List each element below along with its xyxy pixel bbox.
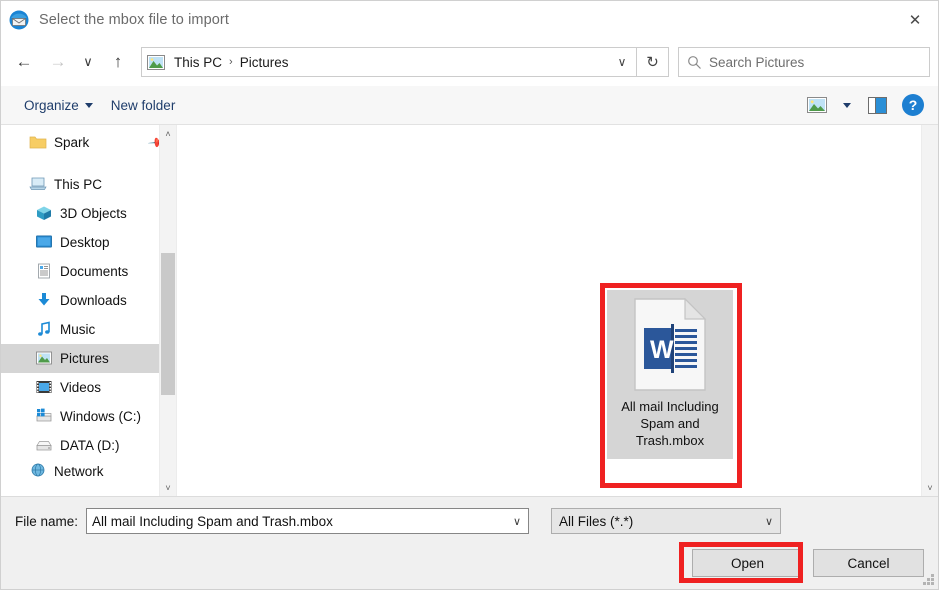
- preview-pane-icon[interactable]: [860, 90, 894, 120]
- open-button[interactable]: Open: [692, 549, 803, 577]
- sidebar-item-data-d[interactable]: DATA (D:): [1, 431, 176, 460]
- file-name-row: File name: All mail Including Spam and T…: [15, 497, 924, 534]
- sidebar-item-label: Documents: [60, 264, 129, 279]
- refresh-button[interactable]: ↻: [637, 47, 669, 77]
- sidebar-item-label: This PC: [54, 177, 103, 192]
- title-bar: Select the mbox file to import ✕: [1, 1, 938, 38]
- resize-grip[interactable]: [922, 573, 935, 586]
- windows-drive-icon: [35, 408, 53, 426]
- sidebar-item-label: Videos: [60, 380, 102, 395]
- file-name-chevron-down-icon[interactable]: ∨: [506, 515, 528, 528]
- documents-icon: [35, 263, 53, 281]
- scroll-down-icon[interactable]: ˅: [160, 479, 176, 496]
- search-box[interactable]: Search Pictures: [678, 47, 930, 77]
- file-name-label: File name:: [15, 513, 79, 529]
- sidebar-item-label: Windows (C:): [60, 409, 142, 424]
- sidebar-item-videos[interactable]: Videos: [1, 373, 176, 402]
- file-open-dialog: Select the mbox file to import ✕ ← → ∨ ↑…: [0, 0, 939, 590]
- sidebar-item-label: Music: [60, 322, 96, 337]
- word-document-icon: W: [633, 297, 707, 391]
- toolbar-right-group: ?: [800, 90, 930, 120]
- command-toolbar: Organize New folder ?: [1, 86, 938, 125]
- downloads-icon: [35, 292, 53, 310]
- breadcrumb-pictures[interactable]: Pictures: [235, 52, 294, 73]
- back-button[interactable]: ←: [7, 45, 41, 79]
- file-list-pane[interactable]: W All mail Including Spam and Trash.mbox…: [176, 125, 938, 496]
- file-type-chevron-down-icon[interactable]: ∨: [758, 515, 780, 528]
- sidebar-item-pictures[interactable]: Pictures: [1, 344, 176, 373]
- breadcrumb-separator[interactable]: ›: [227, 56, 235, 68]
- address-bar[interactable]: This PC › Pictures ∨: [141, 47, 637, 77]
- sidebar-item-label: DATA (D:): [60, 438, 120, 453]
- this-pc-icon: [29, 176, 47, 194]
- file-item-label: All mail Including Spam and Trash.mbox: [621, 399, 719, 448]
- forward-button: →: [49, 52, 67, 71]
- preview-pane-glyph: [867, 96, 887, 114]
- navigation-pane: Spark 📌 This PC: [1, 125, 176, 496]
- sidebar-item-label: Spark: [54, 135, 90, 150]
- videos-icon: [35, 379, 53, 397]
- sidebar-item-label: 3D Objects: [60, 206, 127, 221]
- window-title: Select the mbox file to import: [39, 11, 229, 28]
- sidebar-item-label: Downloads: [60, 293, 127, 308]
- sidebar-item-this-pc[interactable]: This PC: [1, 170, 176, 199]
- chevron-down-icon: [84, 102, 93, 108]
- sidebar-scroll-track[interactable]: [160, 142, 176, 479]
- close-icon[interactable]: ✕: [892, 1, 938, 38]
- sidebar-item-spark[interactable]: Spark 📌: [1, 128, 176, 157]
- pictures-folder-icon: [147, 54, 165, 70]
- address-chevron-down-icon[interactable]: ∨: [610, 49, 634, 75]
- new-folder-label: New folder: [110, 97, 176, 113]
- dialog-footer: File name: All mail Including Spam and T…: [1, 496, 938, 589]
- pictures-icon: [35, 350, 53, 368]
- file-type-filter-value: All Files (*.*): [559, 513, 634, 529]
- view-layout-icon[interactable]: [800, 90, 834, 120]
- search-input[interactable]: Search Pictures: [709, 55, 804, 70]
- scroll-down-icon[interactable]: ˅: [922, 479, 938, 496]
- up-button[interactable]: ↑: [101, 45, 135, 79]
- help-button[interactable]: ?: [896, 90, 930, 120]
- sidebar-item-3d-objects[interactable]: 3D Objects: [1, 199, 176, 228]
- file-name-combobox[interactable]: All mail Including Spam and Trash.mbox ∨: [86, 508, 530, 534]
- folder-icon: [29, 134, 47, 152]
- chevron-down-glyph: [843, 102, 851, 108]
- sidebar-item-music[interactable]: Music: [1, 315, 176, 344]
- breadcrumb-this-pc[interactable]: This PC: [169, 52, 227, 73]
- sidebar-scroll-thumb[interactable]: [161, 253, 175, 395]
- scroll-up-icon[interactable]: ˄: [160, 125, 176, 142]
- search-icon: [679, 48, 709, 76]
- music-icon: [35, 321, 53, 339]
- help-icon: ?: [902, 94, 924, 116]
- file-list-scrollbar[interactable]: ˅: [921, 125, 938, 496]
- sidebar-scrollbar[interactable]: ˄ ˅: [159, 125, 176, 496]
- sidebar-item-windows-c[interactable]: Windows (C:): [1, 402, 176, 431]
- drive-icon: [35, 437, 53, 455]
- svg-text:W: W: [650, 336, 674, 364]
- dialog-button-row: Open Cancel: [692, 549, 924, 577]
- cancel-button[interactable]: Cancel: [813, 549, 924, 577]
- recent-locations-chevron-down-icon[interactable]: ∨: [75, 45, 101, 79]
- sidebar-item-desktop[interactable]: Desktop: [1, 228, 176, 257]
- new-folder-button[interactable]: New folder: [102, 93, 185, 118]
- view-chevron-down-icon[interactable]: [836, 90, 858, 120]
- sidebar-item-label: Pictures: [60, 351, 109, 366]
- organize-label: Organize: [24, 97, 79, 113]
- organize-button[interactable]: Organize: [15, 93, 102, 118]
- thunderbird-icon: [8, 9, 30, 31]
- dialog-body: Spark 📌 This PC: [1, 125, 938, 496]
- network-icon: [29, 462, 47, 480]
- desktop-icon: [35, 234, 53, 252]
- file-item[interactable]: W All mail Including Spam and Trash.mbox: [607, 290, 733, 459]
- file-type-filter-combobox[interactable]: All Files (*.*) ∨: [551, 508, 782, 534]
- sidebar-item-label: Desktop: [60, 235, 110, 250]
- sidebar-item-label: Network: [54, 463, 104, 479]
- sidebar-item-downloads[interactable]: Downloads: [1, 286, 176, 315]
- 3d-objects-icon: [35, 205, 53, 223]
- sidebar-item-documents[interactable]: Documents: [1, 257, 176, 286]
- sidebar-item-network[interactable]: Network: [1, 460, 176, 482]
- navigation-bar: ← → ∨ ↑ This PC › Pictures ∨ ↻ Search Pi…: [1, 38, 938, 86]
- file-name-input[interactable]: All mail Including Spam and Trash.mbox: [92, 514, 506, 529]
